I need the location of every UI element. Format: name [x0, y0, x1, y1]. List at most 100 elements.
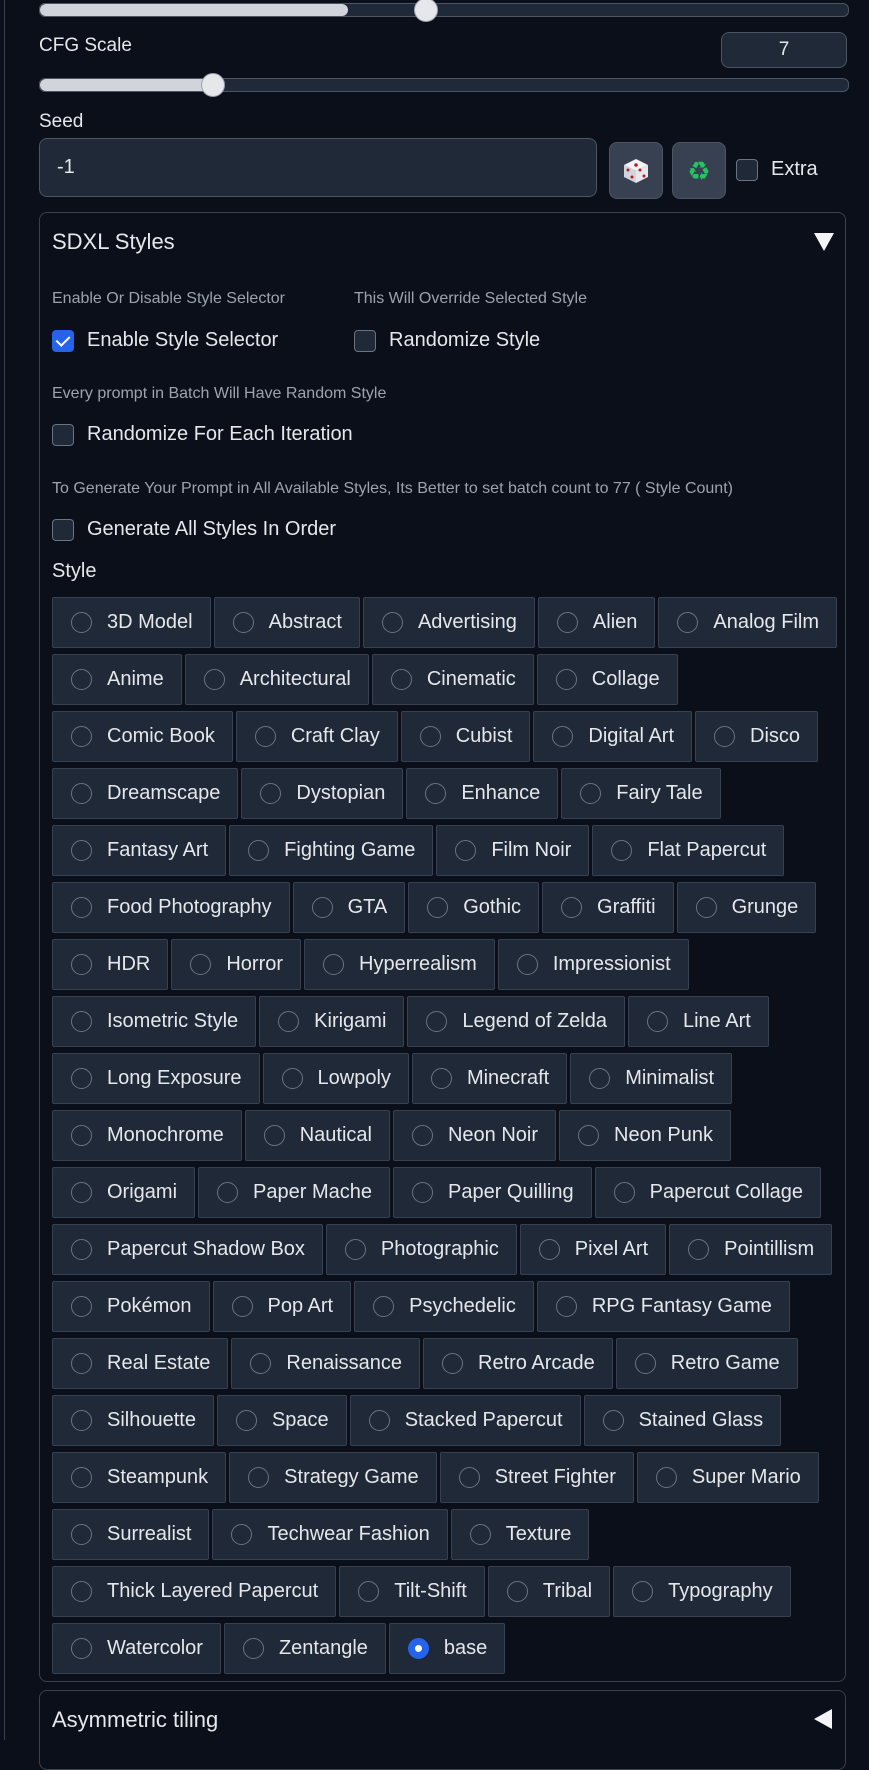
style-option[interactable]: Neon Noir	[392, 1110, 557, 1161]
style-radio[interactable]	[516, 954, 538, 975]
style-radio[interactable]	[71, 1353, 92, 1374]
style-radio[interactable]	[419, 726, 441, 747]
style-option[interactable]: Stained Glass	[583, 1395, 782, 1446]
randomize-style-checkbox[interactable]	[354, 329, 376, 352]
style-radio[interactable]	[646, 1011, 668, 1032]
style-radio[interactable]	[323, 954, 345, 975]
sdxl-styles-title[interactable]: SDXL Styles	[52, 229, 175, 255]
randomize-iteration-row[interactable]: Randomize For Each Iteration	[52, 423, 353, 446]
style-option[interactable]: Dreamscape	[52, 768, 239, 819]
generate-all-checkbox[interactable]	[52, 518, 74, 541]
style-option[interactable]: Pixel Art	[519, 1224, 667, 1275]
collapse-triangle-icon[interactable]	[814, 233, 834, 251]
style-option[interactable]: Paper Mache	[198, 1167, 390, 1218]
style-option[interactable]: Pointillism	[669, 1224, 833, 1275]
style-radio[interactable]	[589, 1068, 611, 1089]
extra-checkbox[interactable]	[736, 158, 758, 181]
style-radio[interactable]	[263, 1125, 285, 1146]
style-radio[interactable]	[578, 1125, 600, 1146]
style-radio[interactable]	[677, 612, 699, 633]
style-option[interactable]: Lowpoly	[262, 1053, 409, 1104]
style-radio[interactable]	[71, 1467, 92, 1488]
style-radio[interactable]	[344, 1239, 366, 1260]
style-radio[interactable]	[71, 1068, 92, 1089]
style-option[interactable]: Silhouette	[52, 1395, 214, 1446]
style-option[interactable]: Thick Layered Papercut	[52, 1566, 337, 1617]
style-option[interactable]: Minecraft	[411, 1053, 568, 1104]
style-option[interactable]: Horror	[171, 939, 302, 990]
style-option[interactable]: Super Mario	[636, 1452, 819, 1503]
style-option[interactable]: Film Noir	[436, 825, 590, 876]
style-radio[interactable]	[71, 1638, 92, 1659]
style-radio[interactable]	[381, 612, 403, 633]
style-radio[interactable]	[688, 1239, 710, 1260]
style-radio[interactable]	[407, 1638, 429, 1659]
style-option[interactable]: Strategy Game	[229, 1452, 437, 1503]
style-option[interactable]: Fantasy Art	[52, 825, 227, 876]
style-option[interactable]: Pop Art	[212, 1281, 352, 1332]
style-radio[interactable]	[602, 1410, 624, 1431]
style-radio[interactable]	[217, 1182, 239, 1203]
style-option[interactable]: Enhance	[406, 768, 559, 819]
style-radio[interactable]	[260, 783, 282, 804]
style-option[interactable]: Comic Book	[52, 711, 233, 762]
style-radio[interactable]	[71, 1524, 92, 1545]
style-option[interactable]: Techwear Fashion	[212, 1509, 448, 1560]
style-radio[interactable]	[254, 726, 276, 747]
style-option[interactable]: GTA	[292, 882, 406, 933]
style-radio[interactable]	[555, 669, 577, 690]
style-radio[interactable]	[538, 1239, 560, 1260]
style-option[interactable]: Graffiti	[542, 882, 674, 933]
style-option[interactable]: Digital Art	[533, 711, 693, 762]
style-option[interactable]: Flat Papercut	[592, 825, 785, 876]
style-option[interactable]: Steampunk	[52, 1452, 227, 1503]
style-radio[interactable]	[442, 1353, 464, 1374]
enable-style-selector-checkbox[interactable]	[52, 329, 74, 352]
style-radio[interactable]	[555, 1296, 577, 1317]
style-radio[interactable]	[714, 726, 736, 747]
style-option[interactable]: base	[388, 1623, 506, 1674]
style-radio[interactable]	[613, 1182, 635, 1203]
style-option[interactable]: Gothic	[408, 882, 540, 933]
style-radio[interactable]	[556, 612, 578, 633]
style-radio[interactable]	[358, 1581, 380, 1602]
style-option[interactable]: HDR	[52, 939, 169, 990]
style-option[interactable]: Stacked Papercut	[349, 1395, 581, 1446]
style-option[interactable]: Papercut Collage	[594, 1167, 822, 1218]
style-option[interactable]: Papercut Shadow Box	[52, 1224, 323, 1275]
style-radio[interactable]	[278, 1011, 300, 1032]
style-radio[interactable]	[311, 897, 333, 918]
style-option[interactable]: Abstract	[213, 597, 360, 648]
style-radio[interactable]	[71, 726, 92, 747]
style-option[interactable]: Surrealist	[52, 1509, 210, 1560]
style-radio[interactable]	[235, 1410, 257, 1431]
style-radio[interactable]	[430, 1068, 452, 1089]
style-radio[interactable]	[425, 783, 447, 804]
style-radio[interactable]	[190, 954, 212, 975]
style-option[interactable]: Fighting Game	[229, 825, 434, 876]
style-option[interactable]: Impressionist	[497, 939, 689, 990]
style-radio[interactable]	[411, 1182, 433, 1203]
style-radio[interactable]	[71, 1182, 92, 1203]
style-radio[interactable]	[611, 840, 633, 861]
style-radio[interactable]	[655, 1467, 677, 1488]
style-radio[interactable]	[71, 612, 92, 633]
style-option[interactable]: Advertising	[362, 597, 535, 648]
style-radio[interactable]	[71, 669, 92, 690]
style-option[interactable]: Monochrome	[52, 1110, 242, 1161]
style-option[interactable]: Food Photography	[52, 882, 290, 933]
style-option[interactable]: Tilt-Shift	[339, 1566, 485, 1617]
style-radio[interactable]	[634, 1353, 656, 1374]
style-option[interactable]: Street Fighter	[439, 1452, 634, 1503]
style-option[interactable]: Anime	[52, 654, 182, 705]
style-radio[interactable]	[71, 1239, 92, 1260]
style-radio[interactable]	[71, 897, 92, 918]
style-radio[interactable]	[71, 954, 92, 975]
style-option[interactable]: Alien	[537, 597, 656, 648]
style-option[interactable]: Disco	[695, 711, 819, 762]
style-option[interactable]: Cubist	[400, 711, 531, 762]
seed-input[interactable]: -1	[39, 138, 597, 197]
cfg-scale-slider[interactable]	[39, 73, 849, 97]
style-radio[interactable]	[248, 1467, 270, 1488]
style-option[interactable]: Real Estate	[52, 1338, 229, 1389]
